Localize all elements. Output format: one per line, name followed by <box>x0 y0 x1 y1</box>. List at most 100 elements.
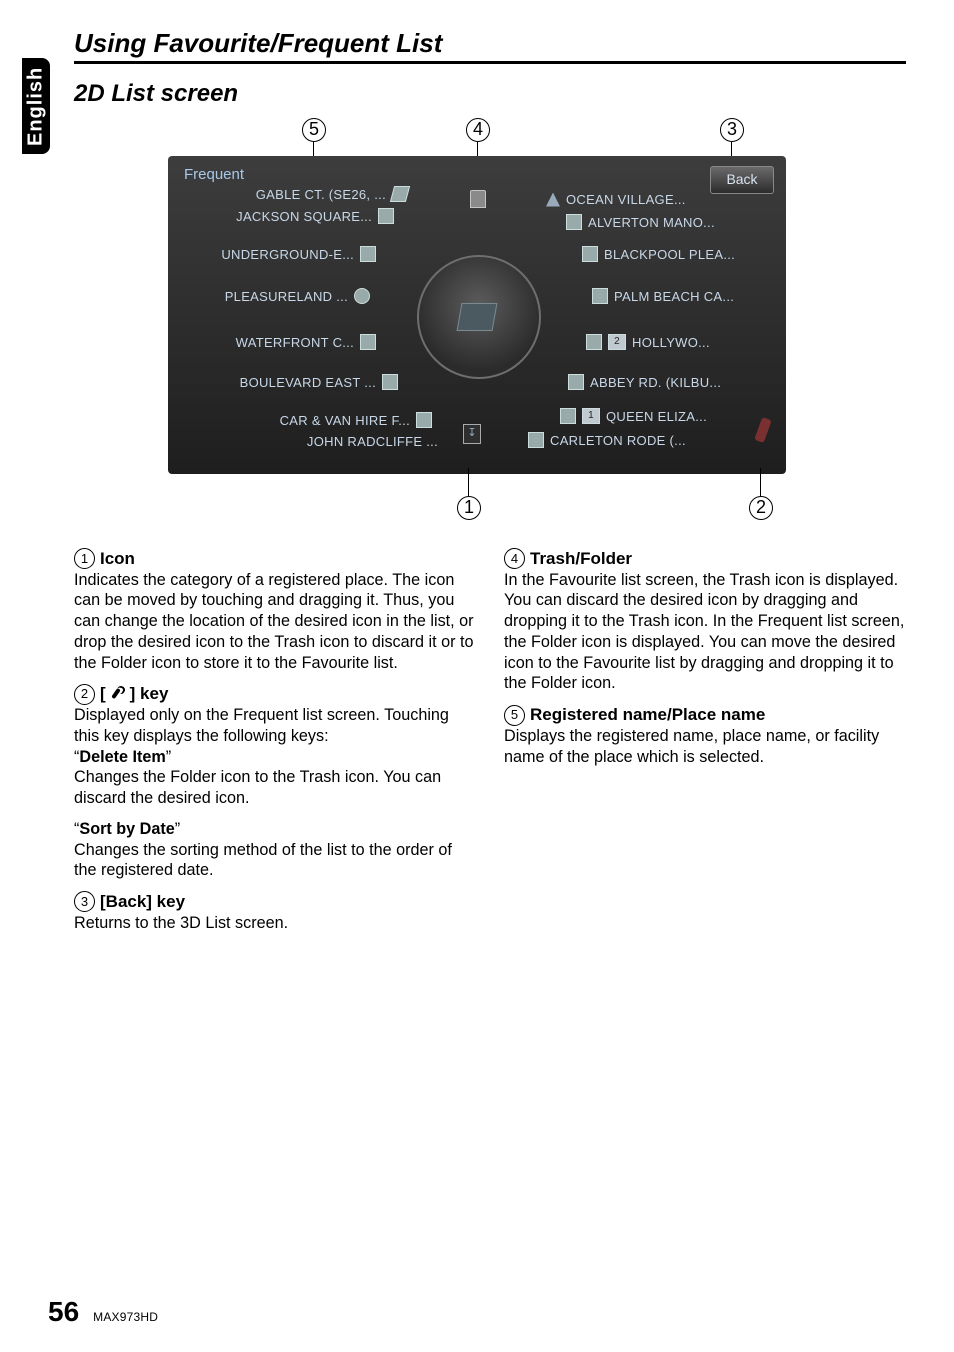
list-item[interactable]: CARLETON RODE (... <box>528 432 686 448</box>
list-label: GABLE CT. (SE26, ... <box>256 187 386 202</box>
device-screenshot: Frequent Back GABLE CT. (SE26, ... JACKS… <box>168 156 786 474</box>
flag2-icon <box>568 374 584 390</box>
list-label: UNDERGROUND-E... <box>221 247 354 262</box>
callout-row-top: 5 4 3 <box>168 118 786 156</box>
bag-icon <box>378 208 394 224</box>
callout-4: 4 <box>466 118 490 142</box>
circ-1: 1 <box>74 548 95 569</box>
entry-5-head: 5 Registered name/Place name <box>504 704 906 726</box>
list-label: ALVERTON MANO... <box>588 215 715 230</box>
list-label: BLACKPOOL PLEA... <box>604 247 735 262</box>
list-item[interactable]: OCEAN VILLAGE... <box>546 192 686 207</box>
column-left: 1 Icon Indicates the category of a regis… <box>74 542 476 944</box>
list-item[interactable]: PLEASURELAND ... <box>170 288 370 304</box>
list-item[interactable]: ALVERTON MANO... <box>566 214 715 230</box>
list-item[interactable]: ABBEY RD. (KILBU... <box>568 374 721 390</box>
list-label: BOULEVARD EAST ... <box>240 375 376 390</box>
list-item[interactable]: JOHN RADCLIFFE ... <box>256 434 438 449</box>
list-label: QUEEN ELIZA... <box>606 409 707 424</box>
callout-1: 1 <box>457 496 481 520</box>
entry-2-bracket-open: [ <box>100 683 106 705</box>
list-item[interactable]: WATERFRONT C... <box>178 334 376 350</box>
sort-by-date-label: Sort by Date <box>79 820 174 838</box>
wrench-button[interactable] <box>750 414 778 448</box>
list-label: WATERFRONT C... <box>236 335 354 350</box>
entry-1-head: 1 Icon <box>74 548 476 570</box>
list-item[interactable]: CAR & VAN HIRE F... <box>210 412 432 428</box>
list-item[interactable]: JACKSON SQUARE... <box>194 208 394 224</box>
train-icon <box>360 246 376 262</box>
ferris-icon <box>354 288 370 304</box>
list-item[interactable]: GABLE CT. (SE26, ... <box>194 186 408 202</box>
entry-4-head: 4 Trash/Folder <box>504 548 906 570</box>
car3-icon <box>560 408 576 424</box>
list-label: HOLLYWO... <box>632 335 710 350</box>
entry-3-body: Returns to the 3D List screen. <box>74 913 476 934</box>
list-label: CARLETON RODE (... <box>550 433 686 448</box>
back-button[interactable]: Back <box>710 166 774 194</box>
list-label: ABBEY RD. (KILBU... <box>590 375 721 390</box>
entry-2-bracket-close: ] key <box>130 683 169 705</box>
list-item[interactable]: BOULEVARD EAST ... <box>184 374 398 390</box>
flag-icon <box>390 186 410 202</box>
language-tab: English <box>22 58 50 154</box>
car2-icon <box>586 334 602 350</box>
entry-3-title: [Back] key <box>100 891 185 913</box>
entry-1-title: Icon <box>100 548 135 570</box>
info-icon <box>582 246 598 262</box>
list-item[interactable]: BLACKPOOL PLEA... <box>582 246 735 262</box>
list-label: PLEASURELAND ... <box>225 289 348 304</box>
entry-1-body: Indicates the category of a registered p… <box>74 570 476 674</box>
body-columns: 1 Icon Indicates the category of a regis… <box>74 542 906 944</box>
circ-5: 5 <box>504 705 525 726</box>
entry-4-body: In the Favourite list screen, the Trash … <box>504 570 906 694</box>
screenshot-block: 5 4 3 Frequent Back GABLE CT. (SE26, ...… <box>168 118 786 520</box>
list-item[interactable]: PALM BEACH CA... <box>592 288 734 304</box>
folder-icon[interactable]: ↧ <box>463 424 481 444</box>
list-label: JACKSON SQUARE... <box>236 209 372 224</box>
list-item[interactable]: 2 HOLLYWO... <box>586 334 710 350</box>
center-preview <box>417 255 541 379</box>
car-icon <box>416 412 432 428</box>
circ-3: 3 <box>74 891 95 912</box>
entry-2-body-b: Changes the Folder icon to the Trash ico… <box>74 767 476 808</box>
delete-item-label: Delete Item <box>79 748 165 766</box>
entry-5-body: Displays the registered name, place name… <box>504 726 906 767</box>
page: English Using Favourite/Frequent List 2D… <box>0 0 954 1352</box>
entry-2-body-c: Changes the sorting method of the list t… <box>74 840 476 881</box>
list-item[interactable]: 1 QUEEN ELIZA... <box>560 408 707 424</box>
list-label: OCEAN VILLAGE... <box>566 192 686 207</box>
rank-badge: 1 <box>582 408 600 424</box>
list-label: JOHN RADCLIFFE ... <box>307 434 438 449</box>
anchor-icon <box>360 334 376 350</box>
entry-2-head: 2 [ ] key <box>74 683 476 705</box>
triangle-icon <box>546 193 560 207</box>
trash-icon[interactable] <box>470 190 486 208</box>
wrench-icon <box>111 687 125 701</box>
section-title: Using Favourite/Frequent List <box>74 28 906 59</box>
screen-title: Frequent <box>184 166 244 183</box>
title-rule <box>74 61 906 64</box>
list-label: PALM BEACH CA... <box>614 289 734 304</box>
subheading: 2D List screen <box>74 80 906 108</box>
model-code: MAX973HD <box>93 1310 158 1324</box>
callout-5: 5 <box>302 118 326 142</box>
callout-2: 2 <box>749 496 773 520</box>
walk-icon <box>528 432 544 448</box>
list-item[interactable]: UNDERGROUND-E... <box>176 246 376 262</box>
entry-2-body-a: Displayed only on the Frequent list scre… <box>74 705 476 746</box>
palm-icon <box>592 288 608 304</box>
page-number: 56 <box>48 1296 79 1328</box>
list-label: CAR & VAN HIRE F... <box>280 413 410 428</box>
circ-2: 2 <box>74 684 95 705</box>
entry-4-title: Trash/Folder <box>530 548 632 570</box>
leader-2 <box>760 468 761 496</box>
camera-icon <box>566 214 582 230</box>
home-icon <box>382 374 398 390</box>
callout-3: 3 <box>720 118 744 142</box>
page-footer: 56 MAX973HD <box>48 1296 158 1328</box>
column-right: 4 Trash/Folder In the Favourite list scr… <box>504 542 906 944</box>
entry-5-title: Registered name/Place name <box>530 704 765 726</box>
leader-1 <box>468 468 469 496</box>
rank-badge: 2 <box>608 334 626 350</box>
